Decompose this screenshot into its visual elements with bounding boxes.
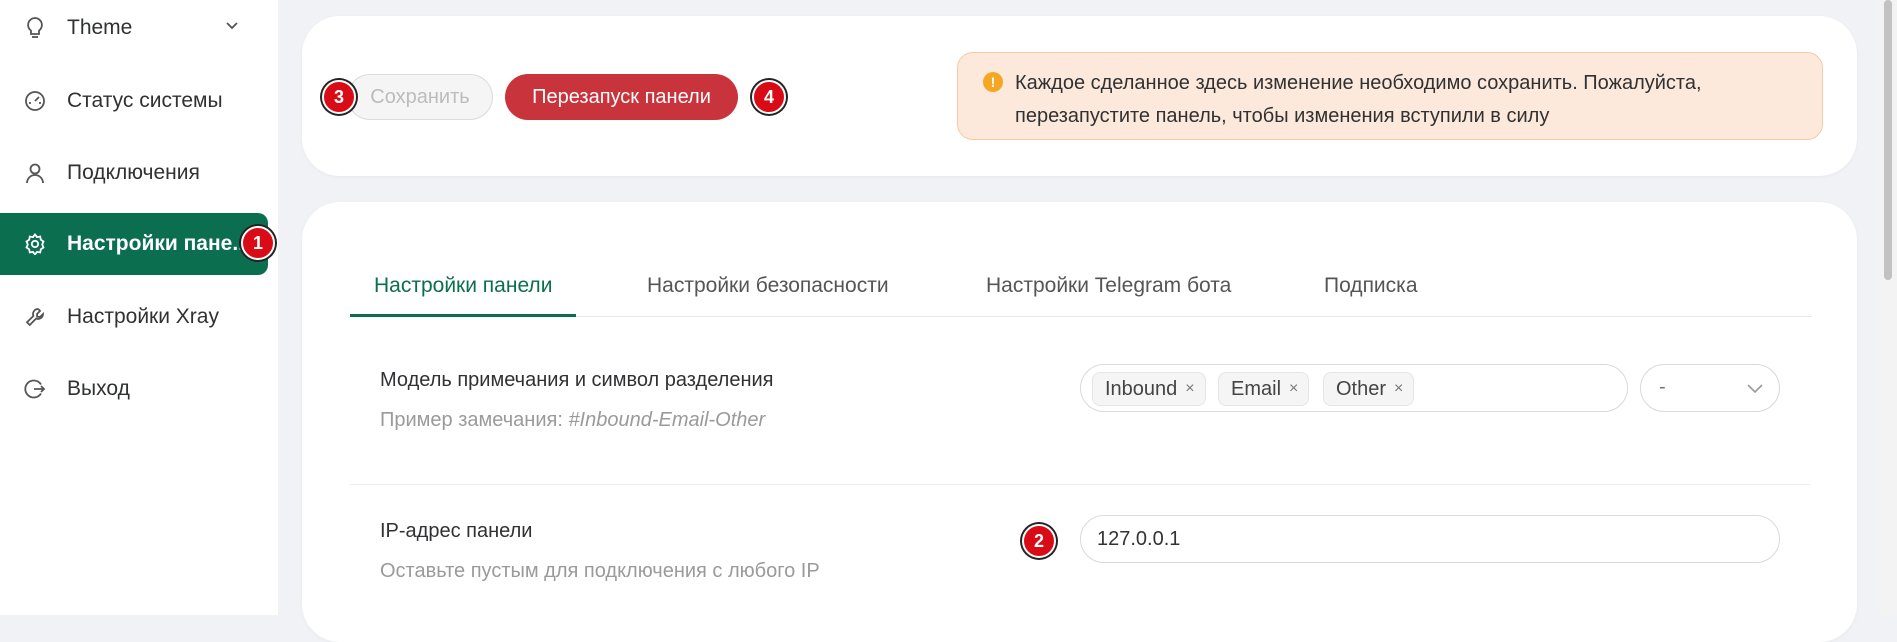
step-badge-1: 1	[241, 226, 275, 260]
tag-label: Email	[1231, 377, 1282, 400]
active-tab-indicator	[350, 314, 576, 317]
sidebar-item-label: Theme	[67, 16, 133, 39]
save-button[interactable]: Сохранить	[347, 74, 493, 120]
tag-label: Inbound	[1105, 377, 1178, 400]
logout-icon	[22, 376, 48, 402]
separator-select[interactable]: -	[1640, 364, 1780, 412]
alert-text: Каждое сделанное здесь изменение необход…	[1015, 72, 1702, 127]
close-icon[interactable]: ×	[1289, 380, 1298, 398]
tab-subscription[interactable]: Подписка	[1324, 274, 1418, 298]
panel-ip-description: Оставьте пустым для подключения с любого…	[380, 560, 820, 582]
remark-model-title: Модель примечания и символ разделения	[380, 369, 774, 391]
remark-model-select[interactable]: Inbound × Email × Other ×	[1080, 364, 1628, 412]
close-icon[interactable]: ×	[1394, 380, 1403, 398]
tag-inbound: Inbound ×	[1092, 372, 1206, 406]
separator-value: -	[1659, 376, 1666, 398]
remark-example-value: #Inbound-Email-Other	[568, 409, 766, 431]
tab-telegram-bot-settings[interactable]: Настройки Telegram бота	[986, 274, 1231, 298]
close-icon[interactable]: ×	[1185, 380, 1194, 398]
tab-panel-settings[interactable]: Настройки панели	[374, 274, 552, 298]
panel-ip-input[interactable]	[1080, 515, 1780, 563]
tab-security-settings[interactable]: Настройки безопасности	[647, 274, 889, 298]
tag-email: Email ×	[1218, 372, 1310, 406]
sidebar-item-system-status[interactable]: Статус системы	[0, 70, 268, 132]
remark-model-description: Пример замечания: #Inbound-Email-Other	[380, 409, 765, 432]
step-badge-2: 2	[1022, 524, 1056, 558]
settings-tabs: Настройки панели Настройки безопасности …	[350, 264, 1812, 317]
panel-ip-title: IP-адрес панели	[380, 520, 533, 542]
chevron-down-icon[interactable]	[224, 15, 240, 31]
chevron-down-icon	[1746, 381, 1764, 400]
sidebar-item-label: Настройки Xray	[67, 305, 219, 328]
step-badge-3: 3	[322, 80, 356, 114]
page-scrollbar[interactable]	[1879, 0, 1897, 615]
lightbulb-icon	[22, 15, 48, 41]
user-icon	[22, 160, 48, 186]
gear-icon	[22, 231, 48, 257]
restart-panel-button[interactable]: Перезапуск панели	[505, 74, 738, 120]
tag-other: Other ×	[1323, 372, 1415, 406]
scrollbar-thumb[interactable]	[1884, 0, 1892, 280]
sidebar-item-label: Настройки пане...	[67, 232, 250, 255]
sidebar-item-connections[interactable]: Подключения	[0, 142, 268, 204]
dashboard-icon	[22, 88, 48, 114]
save-warning-alert: ! Каждое сделанное здесь изменение необх…	[957, 52, 1823, 140]
step-badge-4: 4	[752, 80, 786, 114]
sidebar-item-panel-settings[interactable]: Настройки пане...	[0, 213, 268, 275]
sidebar-item-logout[interactable]: Выход	[0, 358, 268, 420]
sidebar-item-label: Статус системы	[67, 89, 223, 112]
sidebar-item-label: Подключения	[67, 161, 200, 184]
row-divider	[350, 484, 1810, 485]
sidebar-item-label: Выход	[67, 377, 130, 400]
sidebar-item-theme[interactable]: Theme	[0, 0, 268, 59]
remark-example-prefix: Пример замечания:	[380, 409, 569, 431]
wrench-icon	[22, 304, 48, 330]
tag-label: Other	[1336, 377, 1387, 400]
sidebar-item-xray-settings[interactable]: Настройки Xray	[0, 286, 268, 348]
warning-icon: !	[983, 72, 1003, 92]
sidebar: Theme Статус системы Подключения Настрой…	[0, 0, 278, 615]
